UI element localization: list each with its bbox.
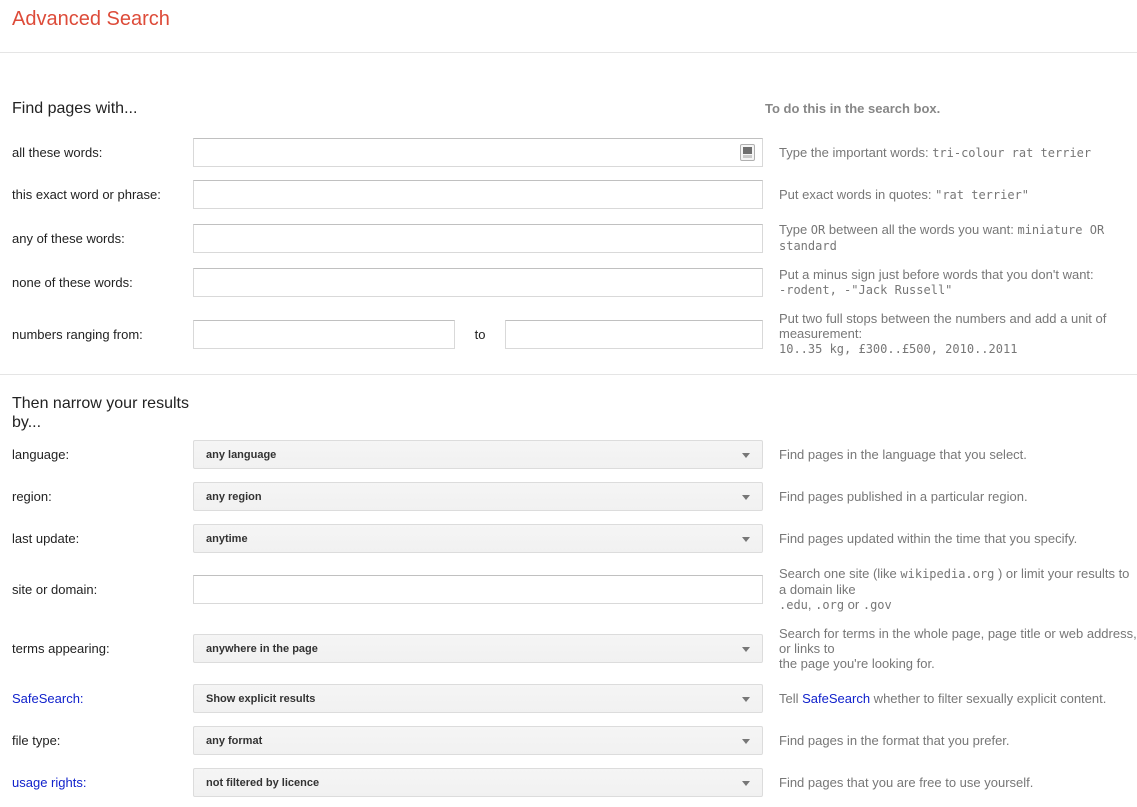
site-domain-field	[193, 575, 763, 604]
any-words-field	[193, 223, 763, 253]
site-domain-label: site or domain:	[12, 582, 98, 597]
row-last-update: last update: anytime Find pages updated …	[12, 524, 1137, 553]
row-all-these-words: all these words: Type the important word…	[12, 138, 1137, 167]
language-dropdown[interactable]: any language	[193, 440, 763, 469]
narrow-section-heading: Then narrow your results by...	[12, 395, 189, 431]
numbers-ranging-label: numbers ranging from:	[12, 326, 143, 342]
exact-phrase-input[interactable]	[193, 180, 763, 209]
language-dropdown-value: any language	[206, 448, 277, 461]
safesearch-dropdown[interactable]: Show explicit results	[193, 684, 763, 713]
row-exact-phrase: this exact word or phrase: Put exact wor…	[12, 180, 1137, 209]
none-words-label: none of these words:	[12, 275, 133, 290]
row-hint: Find pages in the language that you sele…	[779, 447, 1027, 462]
safesearch-field: Show explicit results	[193, 684, 763, 713]
last-update-field: anytime	[193, 524, 763, 553]
usage-rights-dropdown[interactable]: not filtered by licence	[193, 768, 763, 797]
file-type-dropdown[interactable]: any format	[193, 726, 763, 755]
row-hint: Put two full stops between the numbers a…	[779, 311, 1107, 356]
site-domain-input[interactable]	[193, 575, 763, 604]
row-hint: Find pages updated within the time that …	[779, 531, 1078, 546]
row-safesearch: SafeSearch: Show explicit results Tell S…	[12, 684, 1137, 713]
safesearch-label-link[interactable]: SafeSearch:	[12, 691, 193, 706]
file-type-label: file type:	[12, 733, 61, 748]
row-hint: Find pages in the format that you prefer…	[779, 733, 1010, 748]
region-dropdown-value: any region	[206, 490, 262, 503]
row-none-of-these-words: none of these words: Put a minus sign ju…	[12, 267, 1137, 298]
region-field: any region	[193, 482, 763, 511]
numbers-to-input[interactable]	[505, 319, 763, 349]
row-region: region: any region Find pages published …	[12, 482, 1137, 511]
safesearch-dropdown-value: Show explicit results	[206, 692, 316, 705]
page-title: Advanced Search	[12, 8, 170, 30]
advanced-search-page: Advanced Search Find pages with... To do…	[0, 0, 1137, 807]
exact-phrase-label: this exact word or phrase:	[12, 187, 161, 202]
caret-down-icon	[742, 697, 750, 702]
file-type-field: any format	[193, 726, 763, 755]
caret-down-icon	[742, 495, 750, 500]
exact-phrase-field	[193, 180, 763, 209]
hint-column-heading: To do this in the search box.	[765, 101, 941, 116]
language-field: any language	[193, 440, 763, 469]
row-hint: Tell SafeSearch whether to filter sexual…	[779, 691, 1107, 706]
region-label: region:	[12, 489, 52, 504]
usage-rights-field: not filtered by licence	[193, 768, 763, 797]
any-words-label: any of these words:	[12, 230, 125, 246]
safesearch-link[interactable]: SafeSearch	[802, 691, 870, 706]
terms-appearing-dropdown-value: anywhere in the page	[206, 642, 318, 655]
row-usage-rights: usage rights: not filtered by licence Fi…	[12, 768, 1137, 797]
terms-appearing-field: anywhere in the page	[193, 634, 763, 663]
last-update-dropdown[interactable]: anytime	[193, 524, 763, 553]
caret-down-icon	[742, 739, 750, 744]
row-site-or-domain: site or domain: Search one site (like wi…	[12, 566, 1137, 613]
region-dropdown[interactable]: any region	[193, 482, 763, 511]
row-numbers-ranging: numbers ranging from: to Put two full st…	[12, 311, 1137, 357]
row-hint: Search for terms in the whole page, page…	[779, 626, 1137, 671]
caret-down-icon	[742, 781, 750, 786]
terms-appearing-dropdown[interactable]: anywhere in the page	[193, 634, 763, 663]
caret-down-icon	[742, 647, 750, 652]
terms-appearing-label: terms appearing:	[12, 641, 110, 656]
row-language: language: any language Find pages in the…	[12, 440, 1137, 469]
all-these-words-label: all these words:	[12, 145, 103, 160]
all-these-words-field	[193, 138, 763, 167]
caret-down-icon	[742, 537, 750, 542]
numbers-from-input[interactable]	[193, 319, 455, 349]
any-words-input[interactable]	[193, 223, 763, 253]
usage-rights-dropdown-value: not filtered by licence	[206, 776, 320, 789]
row-file-type: file type: any format Find pages in the …	[12, 726, 1137, 755]
section-divider	[0, 374, 1137, 375]
row-hint: Put a minus sign just before words that …	[779, 267, 1094, 297]
row-hint: Find pages published in a particular reg…	[779, 489, 1028, 504]
page-content: Find pages with... To do this in the sea…	[0, 99, 1137, 807]
row-terms-appearing: terms appearing: anywhere in the page Se…	[12, 626, 1137, 671]
last-update-dropdown-value: anytime	[206, 532, 248, 545]
all-these-words-input[interactable]	[193, 138, 763, 167]
last-update-label: last update:	[12, 531, 80, 546]
row-hint: Put exact words in quotes: "rat terrier"	[779, 186, 1030, 202]
page-header: Advanced Search	[0, 0, 1137, 53]
usage-rights-label-link[interactable]: usage rights:	[12, 775, 193, 790]
numbers-ranging-field: to	[193, 319, 763, 349]
row-hint: Search one site (like wikipedia.org ) or…	[779, 566, 1130, 612]
find-section-header: Find pages with... To do this in the sea…	[12, 99, 1137, 118]
row-hint: Type OR between all the words you want: …	[779, 222, 1105, 253]
none-words-field	[193, 268, 763, 297]
row-hint: Find pages that you are free to use your…	[779, 775, 1034, 790]
none-words-input[interactable]	[193, 268, 763, 297]
find-section-heading: Find pages with...	[12, 100, 138, 117]
row-hint: Type the important words: tri-colour rat…	[779, 144, 1092, 160]
language-label: language:	[12, 447, 70, 462]
row-any-of-these-words: any of these words: Type OR between all …	[12, 222, 1137, 254]
caret-down-icon	[742, 453, 750, 458]
keyboard-input-tools-icon[interactable]	[740, 144, 755, 161]
file-type-dropdown-value: any format	[206, 734, 263, 747]
to-label: to	[474, 326, 486, 342]
